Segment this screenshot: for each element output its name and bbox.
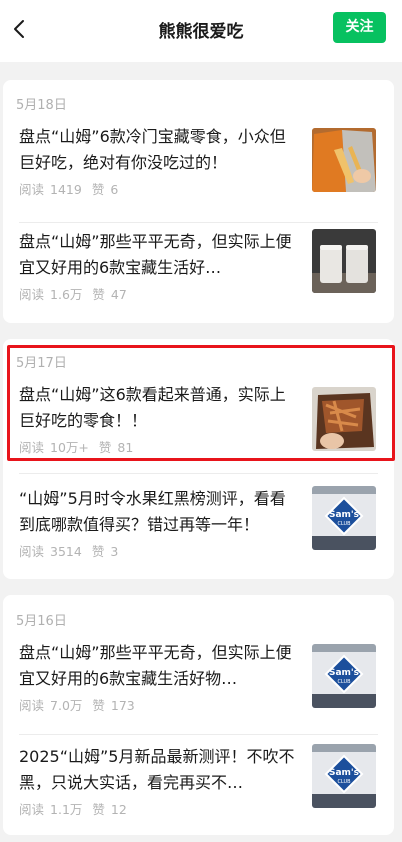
article-meta: 阅读 3514 赞3 xyxy=(19,541,124,560)
top-bar: 熊熊很爱吃 关注 xyxy=(0,0,402,62)
article-meta: 阅读 1419 赞6 xyxy=(19,179,124,198)
date-group-card: 5月18日 盘点“山姆”6款冷门宝藏零食，小众但巨好吃，绝对有你没吃过的！ 阅读… xyxy=(3,80,394,323)
logo-brand-text: Sam's xyxy=(329,668,359,678)
like-label: 赞 xyxy=(92,287,105,302)
divider xyxy=(19,734,378,735)
article-item[interactable]: 2025“山姆”5月新品最新测评！不吹不黑，只说大实话，看完再买不… 阅读 1.1… xyxy=(3,744,394,842)
trash-bins-thumbnail xyxy=(312,229,376,293)
highlight-box xyxy=(7,345,395,461)
like-count: 173 xyxy=(110,698,135,713)
read-count: 1.6万 xyxy=(50,287,83,302)
article-item[interactable]: 盘点“山姆”那些平平无奇，但实际上便宜又好用的6款宝藏生活好物… 阅读 7.0万 … xyxy=(3,640,394,744)
sams-club-thumbnail: Sam's CLUB xyxy=(312,486,376,550)
logo-sub-text: CLUB xyxy=(337,521,351,527)
read-count: 7.0万 xyxy=(50,698,83,713)
sams-club-thumbnail: Sam's CLUB xyxy=(312,644,376,708)
group-date: 5月16日 xyxy=(16,614,67,629)
logo-sub-text: CLUB xyxy=(337,779,351,785)
article-item[interactable]: “山姆”5月时令水果红黑榜测评，看看到底哪款值得买？错过再等一年！ 阅读 3514… xyxy=(3,486,394,590)
article-title: 盘点“山姆”6款冷门宝藏零食，小众但巨好吃，绝对有你没吃过的！ xyxy=(19,127,286,172)
article-title: 盘点“山姆”那些平平无奇，但实际上便宜又好用的6款宝藏生活好物… xyxy=(19,643,292,688)
article-title: “山姆”5月时令水果红黑榜测评，看看到底哪款值得买？错过再等一年！ xyxy=(19,489,286,534)
logo-brand-text: Sam's xyxy=(329,768,359,778)
logo-brand-text: Sam's xyxy=(329,510,359,520)
read-label: 阅读 xyxy=(19,287,45,302)
like-count: 12 xyxy=(110,802,127,817)
article-title: 2025“山姆”5月新品最新测评！不吹不黑，只说大实话，看完再买不… xyxy=(19,747,295,792)
follow-button[interactable]: 关注 xyxy=(333,12,386,43)
sams-club-thumbnail: Sam's CLUB xyxy=(312,744,376,808)
divider xyxy=(19,473,378,474)
article-meta: 阅读 7.0万 赞 173 xyxy=(19,695,141,714)
like-count: 3 xyxy=(110,544,119,559)
snack-bag-thumbnail xyxy=(312,128,376,192)
article-item[interactable]: 盘点“山姆”6款冷门宝藏零食，小众但巨好吃，绝对有你没吃过的！ 阅读 1419 赞… xyxy=(3,124,394,228)
article-meta: 阅读 1.6万 赞 47 xyxy=(19,284,133,303)
like-label: 赞 xyxy=(91,544,105,559)
like-count: 6 xyxy=(110,182,119,197)
read-label: 阅读 xyxy=(19,698,45,713)
article-meta: 阅读 1.1万 赞 12 xyxy=(19,799,133,818)
date-group-card: 5月16日 盘点“山姆”那些平平无奇，但实际上便宜又好用的6款宝藏生活好物… 阅… xyxy=(3,595,394,835)
like-label: 赞 xyxy=(92,698,105,713)
like-count: 47 xyxy=(110,287,127,302)
read-label: 阅读 xyxy=(19,544,45,559)
read-count: 1.1万 xyxy=(50,802,83,817)
read-label: 阅读 xyxy=(19,182,45,197)
like-label: 赞 xyxy=(92,802,105,817)
article-item[interactable]: 盘点“山姆”那些平平无奇，但实际上便宜又好用的6款宝藏生活好… 阅读 1.6万 赞… xyxy=(3,229,394,333)
read-count: 3514 xyxy=(50,544,82,559)
like-label: 赞 xyxy=(91,182,105,197)
group-date: 5月18日 xyxy=(16,98,67,113)
read-label: 阅读 xyxy=(19,802,45,817)
logo-sub-text: CLUB xyxy=(337,679,351,685)
read-count: 1419 xyxy=(50,182,82,197)
divider xyxy=(19,222,378,223)
article-title: 盘点“山姆”那些平平无奇，但实际上便宜又好用的6款宝藏生活好… xyxy=(19,232,292,277)
